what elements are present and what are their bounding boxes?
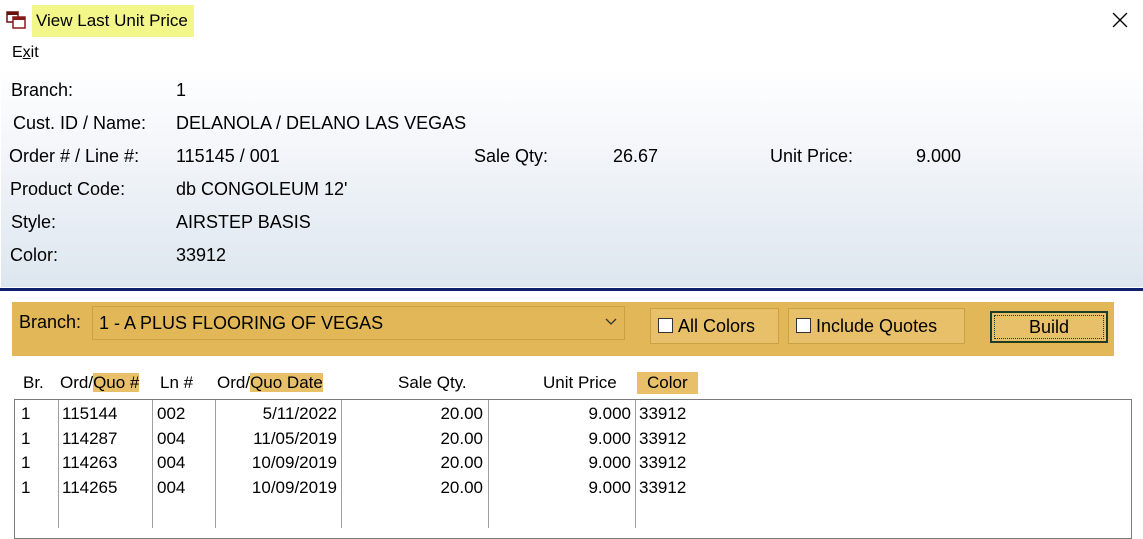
row-sale-qty: 20.00 bbox=[440, 404, 483, 423]
col-header-ord-quo: Ord/Quo # bbox=[60, 372, 140, 394]
row-line: 002 bbox=[157, 404, 186, 423]
title-bar: View Last Unit Price bbox=[0, 0, 1143, 40]
column-separator bbox=[635, 400, 636, 528]
row-date: 5/11/2022 bbox=[262, 404, 337, 423]
row-order: 115144 bbox=[62, 404, 118, 423]
branch-label: Branch: bbox=[11, 80, 74, 100]
color-value: 33912 bbox=[176, 245, 227, 265]
col-header-br: Br. bbox=[23, 373, 44, 392]
color-label: Color: bbox=[10, 245, 59, 265]
row-unit-price: 9.000 bbox=[588, 404, 631, 423]
window-title: View Last Unit Price bbox=[32, 5, 194, 37]
order-value: 115145 / 001 bbox=[176, 146, 280, 166]
col-header-sale-qty: Sale Qty. bbox=[398, 373, 467, 392]
row-line: 004 bbox=[157, 478, 186, 497]
col-header-date: Ord/Quo Date bbox=[217, 372, 323, 394]
all-colors-checkbox-square bbox=[658, 318, 673, 333]
row-line: 004 bbox=[157, 429, 186, 448]
include-quotes-label: Include Quotes bbox=[816, 316, 938, 336]
order-label: Order # / Line #: bbox=[9, 146, 140, 166]
col-header-color: Color bbox=[637, 372, 698, 394]
product-value: db CONGOLEUM 12' bbox=[176, 179, 348, 199]
row-sale-qty: 20.00 bbox=[440, 453, 483, 472]
all-colors-label: All Colors bbox=[678, 316, 756, 336]
row-branch: 1 bbox=[21, 478, 31, 497]
row-color: 33912 bbox=[639, 404, 687, 423]
sale-qty-label: Sale Qty: bbox=[474, 146, 549, 166]
col-header-date-highlight: Quo Date bbox=[250, 373, 323, 392]
row-branch: 1 bbox=[21, 429, 31, 448]
menu-exit[interactable]: Exit bbox=[12, 44, 39, 62]
all-colors-checkbox[interactable]: All Colors bbox=[650, 308, 779, 344]
row-color: 33912 bbox=[639, 429, 687, 448]
row-line: 004 bbox=[157, 453, 186, 472]
style-value: AIRSTEP BASIS bbox=[176, 212, 311, 232]
column-separator bbox=[152, 400, 153, 528]
row-date: 10/09/2019 bbox=[251, 478, 337, 497]
row-order: 114263 bbox=[62, 453, 118, 472]
col-header-ln: Ln # bbox=[160, 373, 194, 392]
product-label: Product Code: bbox=[10, 179, 126, 199]
row-unit-price: 9.000 bbox=[588, 429, 631, 448]
build-button[interactable]: Build bbox=[990, 311, 1108, 343]
col-header-ord-highlight: Quo # bbox=[93, 373, 140, 392]
row-branch: 1 bbox=[21, 404, 31, 423]
branch-select-value: 1 - A PLUS FLOORING OF VEGAS bbox=[99, 313, 384, 333]
style-label: Style: bbox=[11, 212, 57, 232]
filter-branch-label: Branch: bbox=[19, 312, 82, 332]
row-sale-qty: 20.00 bbox=[440, 478, 483, 497]
sale-qty-value: 26.67 bbox=[613, 146, 659, 166]
row-date: 10/09/2019 bbox=[251, 453, 337, 472]
branch-select[interactable]: 1 - A PLUS FLOORING OF VEGAS bbox=[92, 306, 625, 340]
branch-value: 1 bbox=[176, 80, 187, 100]
row-order: 114265 bbox=[62, 478, 118, 497]
row-unit-price: 9.000 bbox=[588, 453, 631, 472]
row-date: 11/05/2019 bbox=[253, 429, 337, 448]
row-color: 33912 bbox=[639, 453, 687, 472]
col-header-ord-prefix: Ord/ bbox=[60, 373, 94, 392]
close-icon[interactable] bbox=[1104, 4, 1136, 36]
chevron-down-icon bbox=[605, 318, 617, 325]
cust-label: Cust. ID / Name: bbox=[13, 113, 147, 133]
row-unit-price: 9.000 bbox=[588, 478, 631, 497]
row-color: 33912 bbox=[639, 478, 687, 497]
column-separator bbox=[58, 400, 59, 528]
include-quotes-checkbox[interactable]: Include Quotes bbox=[788, 308, 965, 344]
row-branch: 1 bbox=[21, 453, 31, 472]
row-order: 114287 bbox=[62, 429, 118, 448]
col-header-date-prefix: Ord/ bbox=[217, 373, 251, 392]
window-app-icon bbox=[6, 11, 26, 29]
col-header-unit-price: Unit Price bbox=[543, 373, 617, 392]
unit-price-value: 9.000 bbox=[916, 146, 962, 166]
include-quotes-checkbox-square bbox=[796, 318, 811, 333]
unit-price-label: Unit Price: bbox=[770, 146, 854, 166]
menu-bar: Exit bbox=[0, 40, 1143, 66]
info-panel bbox=[1, 67, 1143, 287]
row-sale-qty: 20.00 bbox=[440, 429, 483, 448]
cust-value: DELANOLA / DELANO LAS VEGAS bbox=[176, 113, 467, 133]
window: View Last Unit Price Exit Branch: 1 Cust… bbox=[0, 0, 1143, 539]
